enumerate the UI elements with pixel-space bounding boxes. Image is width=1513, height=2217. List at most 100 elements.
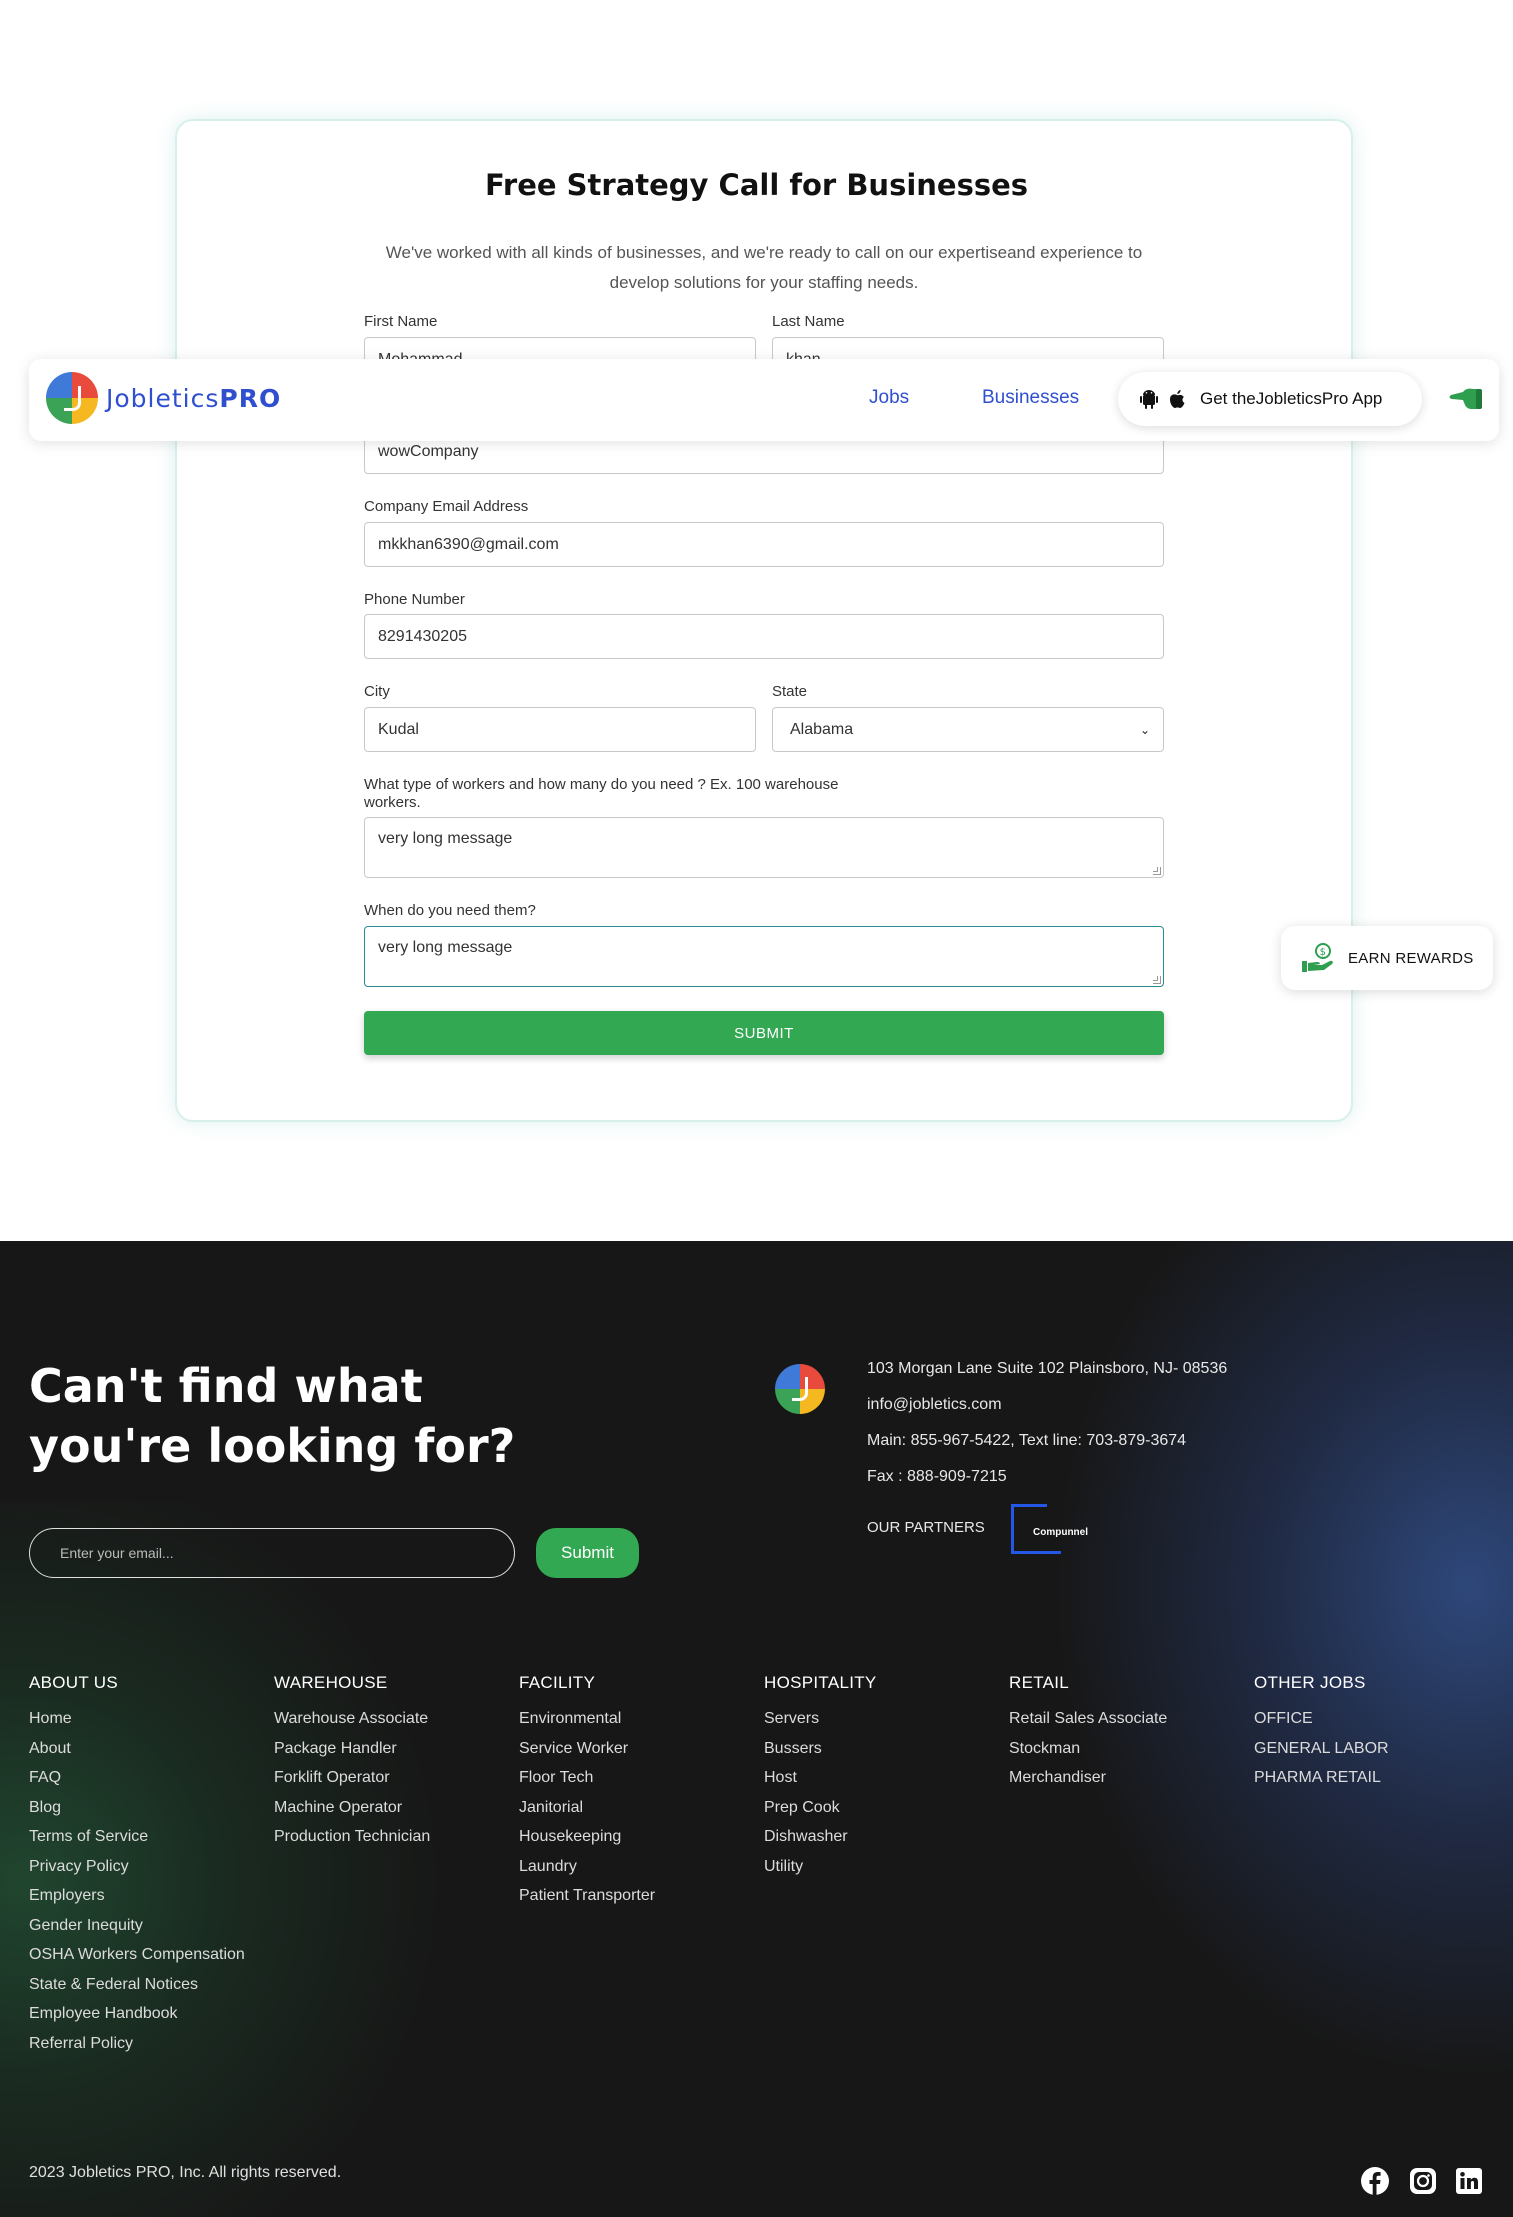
footer-link[interactable]: Package Handler (274, 1734, 430, 1764)
footer-link[interactable]: Employers (29, 1881, 245, 1911)
footer-link[interactable]: Dishwasher (764, 1822, 877, 1852)
footer-link[interactable]: Prep Cook (764, 1793, 877, 1823)
last-name-label: Last Name (772, 313, 845, 330)
footer-link[interactable]: Employee Handbook (29, 1999, 245, 2029)
footer-link[interactable]: FAQ (29, 1763, 245, 1793)
state-select[interactable]: Alabama ⌄ (772, 707, 1164, 752)
footer-link[interactable]: Merchandiser (1009, 1763, 1167, 1793)
city-value: Kudal (378, 720, 419, 738)
footer-link[interactable]: Terms of Service (29, 1822, 245, 1852)
footer-link[interactable]: Environmental (519, 1704, 655, 1734)
logo-text: Jobletics (106, 383, 220, 413)
column-title: FACILITY (519, 1673, 596, 1692)
footer-link[interactable]: Stockman (1009, 1734, 1167, 1764)
logo[interactable]: JobleticsPRO (46, 372, 281, 424)
footer-link[interactable]: Retail Sales Associate (1009, 1704, 1167, 1734)
city-input[interactable]: Kudal (364, 707, 756, 752)
instagram-icon[interactable] (1409, 2167, 1437, 2195)
state-value: Alabama (790, 720, 854, 738)
earn-rewards-button[interactable]: $ EARN REWARDS (1281, 926, 1493, 990)
logo-icon (46, 372, 98, 424)
email-label: Company Email Address (364, 498, 529, 515)
footer-link[interactable]: OSHA Workers Compensation (29, 1940, 245, 1970)
form-title: Free Strategy Call for Businesses (484, 168, 1029, 202)
state-label: State (772, 683, 808, 700)
footer-column-facility: FACILITY Environmental Service Worker Fl… (519, 1673, 655, 1911)
footer-link[interactable]: Gender Inequity (29, 1911, 245, 1941)
get-app-label: Get theJobleticsPro App (1200, 389, 1383, 408)
partner-name: Compunnel (1033, 1527, 1088, 1538)
footer-phones: Main: 855-967-5422, Text line: 703-879-3… (867, 1432, 1187, 1449)
workers-value: very long message (378, 830, 513, 847)
footer-link[interactable]: OFFICE (1254, 1704, 1389, 1734)
apple-icon (1168, 389, 1186, 409)
footer-link[interactable]: Bussers (764, 1734, 877, 1764)
footer-link[interactable]: Warehouse Associate (274, 1704, 430, 1734)
when-textarea[interactable]: very long message (364, 926, 1164, 987)
footer-link[interactable]: Utility (764, 1852, 877, 1882)
navbar: JobleticsPRO Jobs Businesses Get theJobl… (29, 359, 1499, 441)
nav-businesses-link[interactable]: Businesses (982, 387, 1079, 409)
footer-link[interactable]: Blog (29, 1793, 245, 1823)
phone-input[interactable]: 8291430205 (364, 614, 1164, 659)
city-label: City (364, 683, 390, 700)
footer-column-hospitality: HOSPITALITY Servers Bussers Host Prep Co… (764, 1673, 877, 1881)
money-hand-icon: $ (1302, 943, 1333, 972)
column-title: ABOUT US (29, 1673, 118, 1692)
resize-handle-icon[interactable] (1153, 867, 1161, 875)
footer-link[interactable]: Home (29, 1704, 245, 1734)
footer-link[interactable]: Host (764, 1763, 877, 1793)
footer-column-about: ABOUT US Home About FAQ Blog Terms of Se… (29, 1673, 245, 2058)
footer: Can't find what you're looking for? Ente… (0, 1241, 1513, 2217)
facebook-icon[interactable] (1361, 2167, 1389, 2195)
footer-link[interactable]: Patient Transporter (519, 1881, 655, 1911)
partners-label: OUR PARTNERS (867, 1519, 985, 1536)
logo-accent: PRO (219, 383, 282, 413)
footer-link[interactable]: State & Federal Notices (29, 1970, 245, 2000)
footer-link[interactable]: About (29, 1734, 245, 1764)
company-email-value: mkkhan6390@gmail.com (378, 535, 559, 553)
footer-link[interactable]: Referral Policy (29, 2029, 245, 2059)
company-value: wowCompany (378, 442, 479, 460)
footer-link[interactable]: Servers (764, 1704, 877, 1734)
workers-label: What type of workers and how many do you… (364, 776, 839, 811)
company-email-input[interactable]: mkkhan6390@gmail.com (364, 522, 1164, 567)
footer-link[interactable]: Housekeeping (519, 1822, 655, 1852)
footer-logo-icon[interactable] (775, 1364, 825, 1414)
footer-column-warehouse: WAREHOUSE Warehouse Associate Package Ha… (274, 1673, 430, 1852)
footer-link[interactable]: Privacy Policy (29, 1852, 245, 1882)
when-label: When do you need them? (364, 902, 536, 919)
phone-value: 8291430205 (378, 627, 467, 645)
first-name-label: First Name (364, 313, 438, 330)
footer-link[interactable]: Machine Operator (274, 1793, 430, 1823)
form-subtitle: We've worked with all kinds of businesse… (385, 243, 1143, 292)
linkedin-icon[interactable] (1455, 2167, 1483, 2195)
form-submit-button[interactable]: SUBMIT (364, 1011, 1164, 1055)
newsletter-submit-button[interactable]: Submit (536, 1528, 639, 1578)
resize-handle-icon[interactable] (1153, 976, 1161, 984)
footer-link[interactable]: Floor Tech (519, 1763, 655, 1793)
footer-link[interactable]: Service Worker (519, 1734, 655, 1764)
column-title: RETAIL (1009, 1673, 1070, 1692)
get-app-button[interactable]: Get theJobleticsPro App (1118, 372, 1422, 426)
footer-heading: Can't find what you're looking for? (29, 1359, 516, 1473)
footer-column-other-jobs: OTHER JOBS OFFICE GENERAL LABOR PHARMA R… (1254, 1673, 1389, 1793)
footer-link[interactable]: Forklift Operator (274, 1763, 430, 1793)
chevron-down-icon: ⌄ (1139, 722, 1150, 737)
footer-link[interactable]: PHARMA RETAIL (1254, 1763, 1389, 1793)
footer-address: 103 Morgan Lane Suite 102 Plainsboro, NJ… (867, 1360, 1228, 1377)
workers-textarea[interactable]: very long message (364, 817, 1164, 878)
newsletter-email-input[interactable]: Enter your email... (29, 1528, 515, 1578)
nav-jobs-link[interactable]: Jobs (869, 387, 909, 409)
footer-link[interactable]: Janitorial (519, 1793, 655, 1823)
footer-link[interactable]: Laundry (519, 1852, 655, 1882)
footer-link[interactable]: GENERAL LABOR (1254, 1734, 1389, 1764)
footer-column-retail: RETAIL Retail Sales Associate Stockman M… (1009, 1673, 1167, 1793)
svg-text:$: $ (1320, 947, 1327, 958)
phone-label: Phone Number (364, 591, 465, 608)
copyright-text: 2023 Jobletics PRO, Inc. All rights rese… (29, 2164, 342, 2181)
pointing-hand-icon (1449, 388, 1482, 409)
footer-email[interactable]: info@jobletics.com (867, 1396, 1002, 1414)
column-title: WAREHOUSE (274, 1673, 388, 1692)
footer-link[interactable]: Production Technician (274, 1822, 430, 1852)
